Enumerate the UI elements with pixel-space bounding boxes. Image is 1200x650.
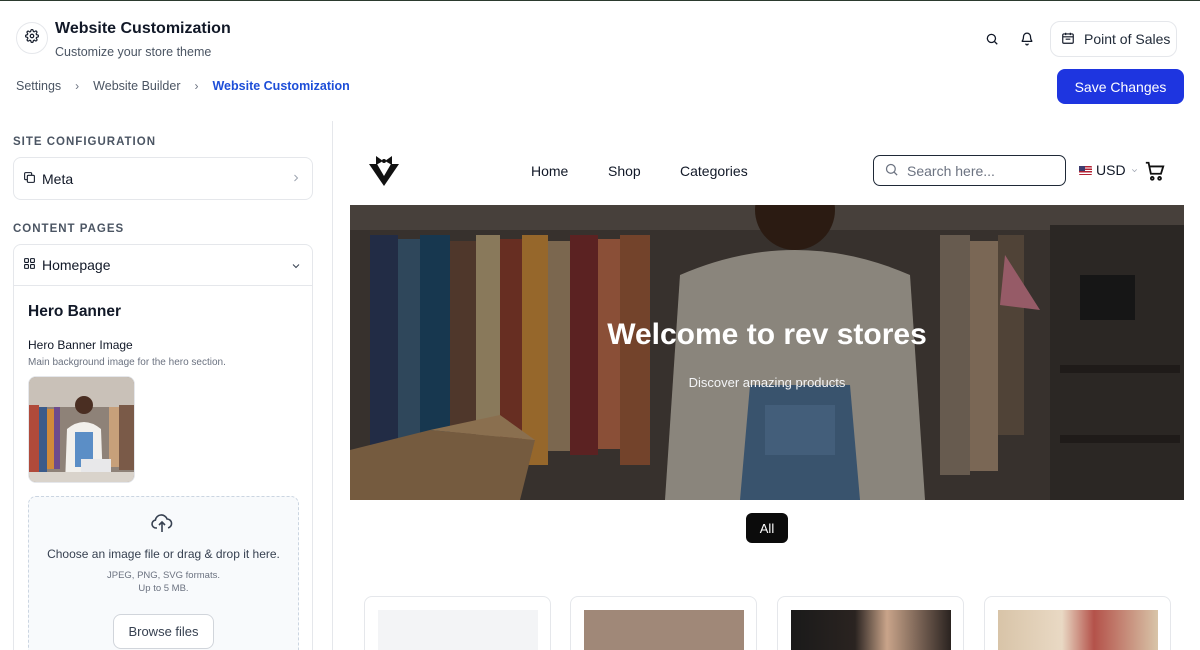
point-of-sales-label: Point of Sales (1084, 31, 1171, 47)
sidebar-item-homepage[interactable]: Homepage (14, 245, 312, 286)
page-title: Website Customization (55, 20, 231, 37)
gear-icon (25, 28, 39, 48)
hero-subtitle: Discover amazing products (688, 375, 846, 390)
grid-icon (23, 257, 36, 273)
store-preview: Home Shop Categories Search here... USD (334, 121, 1200, 650)
search-icon (884, 162, 899, 180)
section-label-content-pages: CONTENT PAGES (13, 223, 125, 235)
sidebar-item-label: Meta (42, 170, 74, 187)
hero-title: Welcome to rev stores (607, 318, 927, 351)
currency-selector[interactable]: USD (1079, 162, 1139, 178)
hero-image-label: Hero Banner Image (28, 338, 133, 352)
chevron-right-icon: › (75, 79, 80, 93)
point-of-sales-button[interactable]: Point of Sales (1050, 21, 1177, 57)
hero-image-thumbnail[interactable] (28, 376, 135, 483)
store-search-input[interactable]: Search here... (873, 155, 1066, 186)
dropzone-formats-text: JPEG, PNG, SVG formats. (107, 570, 220, 581)
homepage-panel: Homepage Hero Banner Hero Banner Image M… (13, 244, 313, 650)
product-image (584, 610, 744, 650)
sidebar-item-label: Homepage (42, 257, 111, 273)
product-card[interactable] (364, 596, 551, 650)
dropzone-formats: JPEG, PNG, SVG formats. Up to 5 MB. (29, 569, 298, 595)
breadcrumb: Settings › Website Builder › Website Cus… (16, 79, 350, 93)
hero-image-description: Main background image for the hero secti… (28, 357, 226, 368)
calendar-icon (1061, 31, 1075, 48)
hero-banner-title: Hero Banner (28, 303, 122, 320)
settings-button[interactable] (16, 22, 48, 54)
hero-background-image (350, 205, 1184, 500)
product-card[interactable] (777, 596, 964, 650)
dropzone-size-text: Up to 5 MB. (138, 583, 189, 594)
chevron-right-icon (290, 171, 302, 187)
product-image (998, 610, 1158, 650)
image-dropzone[interactable]: Choose an image file or drag & drop it h… (28, 496, 299, 650)
bell-icon[interactable] (1018, 30, 1036, 48)
section-label-site-configuration: SITE CONFIGURATION (13, 136, 157, 148)
breadcrumb-current: Website Customization (212, 79, 350, 93)
upload-cloud-icon (149, 511, 175, 540)
search-placeholder: Search here... (907, 162, 995, 179)
product-card[interactable] (984, 596, 1171, 650)
us-flag-icon (1079, 165, 1092, 175)
product-card[interactable] (570, 596, 757, 650)
hero-banner: Welcome to rev stores Discover amazing p… (350, 205, 1184, 500)
page-header: Website Customization Customize your sto… (0, 1, 1200, 121)
breadcrumb-website-builder[interactable]: Website Builder (93, 79, 180, 93)
browse-files-button[interactable]: Browse files (113, 614, 214, 649)
page-subtitle: Customize your store theme (55, 45, 212, 59)
save-changes-button[interactable]: Save Changes (1057, 69, 1184, 104)
product-image (378, 610, 538, 650)
nav-link-home[interactable]: Home (531, 163, 568, 179)
filter-chip-all[interactable]: All (746, 513, 788, 543)
breadcrumb-settings[interactable]: Settings (16, 79, 61, 93)
chevron-down-icon (1130, 162, 1139, 178)
nav-link-shop[interactable]: Shop (608, 163, 641, 179)
sidebar-item-meta[interactable]: Meta (13, 157, 313, 200)
cart-icon[interactable] (1144, 160, 1166, 187)
dropzone-instructions: Choose an image file or drag & drop it h… (47, 547, 280, 561)
chevron-down-icon (290, 259, 302, 275)
search-icon[interactable] (983, 30, 1001, 48)
currency-label: USD (1096, 162, 1126, 178)
copy-icon (23, 171, 36, 187)
chevron-right-icon: › (194, 79, 199, 93)
customization-sidebar: SITE CONFIGURATION Meta CONTENT PAGES Ho… (0, 121, 333, 650)
store-logo (366, 152, 402, 193)
product-image (791, 610, 951, 650)
nav-link-categories[interactable]: Categories (680, 163, 748, 179)
